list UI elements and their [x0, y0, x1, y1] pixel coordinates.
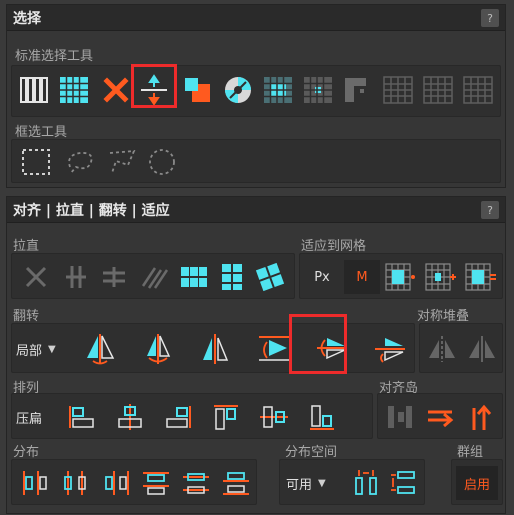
select-panel-title: 选择 — [13, 10, 41, 27]
align-island-up-icon[interactable] — [462, 399, 498, 435]
align-top-icon[interactable] — [208, 399, 244, 435]
group-enable-label: 启用 — [463, 477, 490, 493]
standard-tools-group — [11, 65, 501, 117]
rect-marquee-icon[interactable] — [18, 144, 54, 180]
flip-mode-dropdown[interactable]: 局部 ▼ — [16, 332, 56, 366]
grid-dim-icon-2[interactable] — [420, 72, 456, 108]
align-island-right-icon[interactable] — [422, 399, 458, 435]
distribute-bottom-icon[interactable] — [218, 465, 254, 501]
fit-px-label: Px — [314, 269, 330, 285]
fit-grid-equal-icon[interactable] — [462, 259, 498, 295]
chevron-down-icon: ▼ — [318, 477, 326, 489]
flip-vertical-edge-icon[interactable] — [372, 331, 408, 367]
straighten-diagonal-icon[interactable] — [136, 259, 172, 295]
grid-cells-icon[interactable] — [260, 72, 296, 108]
fit-m-button[interactable]: M — [344, 260, 380, 294]
flip-label: 翻转 — [13, 309, 40, 324]
align-help-button[interactable]: ? — [481, 201, 499, 219]
straighten-label: 拉直 — [13, 239, 40, 254]
lasso-marquee-icon[interactable] — [62, 144, 98, 180]
chevron-down-icon: ▼ — [48, 343, 56, 355]
sym-stack-group — [419, 323, 503, 373]
compress-button[interactable]: 压扁 — [16, 400, 42, 434]
compress-label: 压扁 — [16, 411, 43, 427]
grid-center-icon[interactable] — [300, 72, 336, 108]
align-right-icon[interactable] — [160, 399, 196, 435]
flip-horizontal-icon[interactable] — [82, 331, 118, 367]
sym-stack-label: 对称堆叠 — [417, 309, 470, 324]
straighten-skew-icon[interactable] — [252, 259, 288, 295]
circle-select-icon[interactable] — [220, 72, 256, 108]
fit-grid-group: Px M — [299, 253, 503, 299]
fit-m-label: M — [356, 269, 368, 285]
highlight-box-flip-tool — [289, 314, 347, 374]
overlap-select-icon[interactable] — [180, 72, 216, 108]
align-island-group — [377, 393, 503, 439]
distribute-space-v-icon[interactable] — [386, 465, 422, 501]
highlight-box-split-tool — [131, 64, 177, 108]
flip-mode-value: 局部 — [16, 343, 43, 359]
grid-dim-icon[interactable] — [380, 72, 416, 108]
select-panel-header: 选择 ? — [7, 5, 505, 31]
distribute-label: 分布 — [13, 445, 40, 460]
distribute-space-label: 分布空间 — [285, 445, 338, 460]
fit-grid-icon[interactable] — [382, 259, 418, 295]
straighten-group — [11, 253, 295, 299]
group-label: 群组 — [457, 445, 484, 460]
marquee-tools-label: 框选工具 — [15, 125, 68, 140]
align-bottom-icon[interactable] — [304, 399, 340, 435]
straighten-cross-icon[interactable] — [18, 259, 54, 295]
flip-horizontal-edge-icon[interactable] — [198, 331, 234, 367]
marquee-tools-group — [11, 139, 501, 183]
align-center-h-icon[interactable] — [112, 399, 148, 435]
align-island-dim-icon[interactable] — [382, 399, 418, 435]
sym-stack-right-icon[interactable] — [464, 331, 500, 367]
flip-horizontal-center-icon[interactable] — [140, 331, 176, 367]
select-help-button[interactable]: ? — [481, 9, 499, 27]
group-enable-button[interactable]: 启用 — [456, 466, 498, 500]
distribute-middle-icon[interactable] — [178, 465, 214, 501]
distribute-right-icon[interactable] — [98, 465, 134, 501]
grid-dim-icon-3[interactable] — [460, 72, 496, 108]
align-center-v-icon[interactable] — [256, 399, 292, 435]
edge-select-icon[interactable] — [340, 72, 376, 108]
distribute-space-dropdown[interactable]: 可用 ▼ — [286, 466, 326, 500]
align-panel-header: 对齐 | 拉直 | 翻转 | 适应 ? — [7, 197, 505, 223]
arrange-group: 压扁 — [11, 393, 373, 439]
distribute-space-value: 可用 — [286, 477, 313, 493]
straighten-horizontal-icon[interactable] — [96, 259, 132, 295]
fit-grid-plus-icon[interactable] — [422, 259, 458, 295]
distribute-center-icon[interactable] — [58, 465, 94, 501]
deselect-icon[interactable] — [98, 72, 134, 108]
distribute-space-group: 可用 ▼ — [279, 459, 425, 505]
distribute-space-h-icon[interactable] — [350, 465, 386, 501]
fit-grid-label: 适应到网格 — [301, 239, 367, 254]
distribute-left-icon[interactable] — [18, 465, 54, 501]
distribute-group — [11, 459, 257, 505]
standard-tools-label: 标准选择工具 — [15, 49, 94, 64]
straighten-quad-icon[interactable] — [214, 259, 250, 295]
flip-vertical-icon[interactable] — [256, 331, 292, 367]
sym-stack-left-icon[interactable] — [424, 331, 460, 367]
flip-group: 局部 ▼ — [11, 323, 415, 373]
select-panel: 选择 ? 标准选择工具 框选工具 — [6, 4, 506, 188]
circle-marquee-icon[interactable] — [144, 144, 180, 180]
distribute-top-icon[interactable] — [138, 465, 174, 501]
straighten-vertical-icon[interactable] — [58, 259, 94, 295]
grid-select-icon[interactable] — [56, 72, 92, 108]
column-select-icon[interactable] — [18, 72, 54, 108]
align-panel: 对齐 | 拉直 | 翻转 | 适应 ? 拉直 适应到网格 Px M 翻转 对称堆… — [6, 196, 506, 514]
straighten-grid-icon[interactable] — [176, 259, 212, 295]
align-left-icon[interactable] — [64, 399, 100, 435]
fit-px-button[interactable]: Px — [304, 260, 340, 294]
group-box: 启用 — [451, 459, 503, 505]
polygon-marquee-icon[interactable] — [104, 144, 140, 180]
align-panel-title: 对齐 | 拉直 | 翻转 | 适应 — [13, 202, 170, 219]
